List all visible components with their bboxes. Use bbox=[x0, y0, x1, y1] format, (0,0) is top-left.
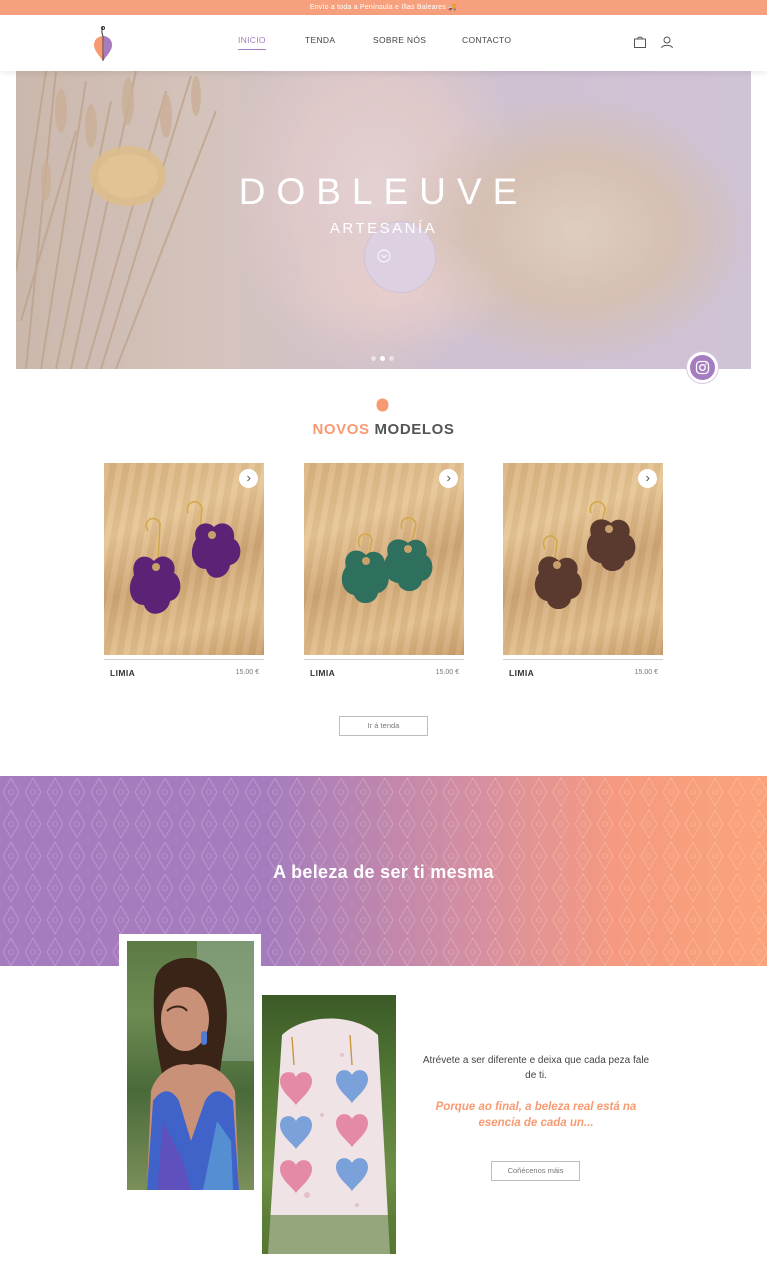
logo-icon[interactable] bbox=[90, 25, 116, 63]
announcement-text: Envío a toda a Península e Illas Baleare… bbox=[309, 4, 458, 11]
nav-inicio[interactable]: INICIO bbox=[238, 35, 266, 50]
chevron-right-icon bbox=[447, 475, 451, 482]
model-illustration bbox=[147, 941, 254, 1190]
product-price: 15.00 € bbox=[634, 669, 658, 676]
about-text: Atrévete a ser diferente e deixa que cad… bbox=[422, 1055, 650, 1081]
know-us-button[interactable]: Coñécenos máis bbox=[491, 1161, 580, 1181]
earring-piece bbox=[191, 523, 241, 578]
slider-dot-1[interactable] bbox=[371, 356, 376, 361]
product-meta: LIMIA 15.00 € bbox=[503, 660, 663, 680]
product-image[interactable] bbox=[104, 463, 264, 655]
instagram-icon bbox=[695, 360, 710, 375]
section-title-novos: NOVOS MODELOS bbox=[0, 421, 767, 438]
about-quote: Porque ao final, a beleza real está na e… bbox=[435, 1101, 637, 1129]
shopping-bag-icon[interactable] bbox=[633, 35, 647, 49]
earrings-illustration bbox=[341, 517, 433, 604]
chevron-right-icon bbox=[247, 475, 251, 482]
product-meta: LIMIA 15.00 € bbox=[104, 660, 264, 680]
announcement-bar: Envío a toda a Península e Illas Baleare… bbox=[0, 0, 767, 15]
earrings-photo-illustration bbox=[262, 1018, 396, 1254]
slider-dots bbox=[371, 356, 394, 361]
product-name[interactable]: LIMIA bbox=[509, 668, 534, 678]
earrings-illustration bbox=[129, 501, 241, 614]
slider-dot-2[interactable] bbox=[380, 356, 385, 361]
product-arrow-button[interactable] bbox=[638, 469, 657, 488]
product-name[interactable]: LIMIA bbox=[110, 668, 135, 678]
section-title-rest: MODELOS bbox=[374, 421, 455, 438]
product-image[interactable] bbox=[304, 463, 464, 655]
instagram-button[interactable] bbox=[687, 352, 718, 383]
earrings-photo bbox=[262, 995, 396, 1254]
product-name[interactable]: LIMIA bbox=[310, 668, 335, 678]
nav-sobre-nos[interactable]: SOBRE NÓS bbox=[373, 35, 426, 45]
banner-title-post: de ser ti mesma bbox=[353, 862, 494, 882]
go-to-shop-button[interactable]: Ir á tenda bbox=[339, 716, 428, 736]
orange-blob-icon bbox=[376, 398, 389, 412]
section-title-highlight: NOVOS bbox=[312, 421, 370, 438]
slider-dot-3[interactable] bbox=[389, 356, 394, 361]
nav-tenda[interactable]: TENDA bbox=[305, 35, 335, 45]
product-card[interactable]: LIMIA 15.00 € bbox=[304, 463, 464, 680]
scroll-down-icon[interactable] bbox=[377, 249, 391, 263]
hero-slider[interactable]: DOBLEUVE ARTESANÍA bbox=[16, 71, 751, 369]
product-image[interactable] bbox=[503, 463, 663, 655]
hero-title: DOBLEUVE bbox=[238, 171, 529, 212]
product-card[interactable]: LIMIA 15.00 € bbox=[104, 463, 264, 680]
user-icon[interactable] bbox=[660, 35, 674, 49]
earrings-illustration bbox=[534, 501, 636, 610]
banner-title-bold: beleza bbox=[291, 862, 348, 882]
hero-subtitle: ARTESANÍA bbox=[329, 220, 438, 237]
product-meta: LIMIA 15.00 € bbox=[304, 660, 464, 680]
product-price: 15.00 € bbox=[235, 669, 259, 676]
product-arrow-button[interactable] bbox=[239, 469, 258, 488]
banner-title: A beleza de ser ti mesma bbox=[0, 862, 767, 883]
nav-contacto[interactable]: CONTACTO bbox=[462, 35, 511, 45]
product-price: 15.00 € bbox=[435, 669, 459, 676]
chevron-right-icon bbox=[646, 475, 650, 482]
site-header: INICIO TENDA SOBRE NÓS CONTACTO bbox=[0, 15, 767, 71]
product-card[interactable]: LIMIA 15.00 € bbox=[503, 463, 663, 680]
model-photo bbox=[127, 941, 254, 1190]
banner-title-pre: A bbox=[273, 862, 286, 882]
product-arrow-button[interactable] bbox=[439, 469, 458, 488]
